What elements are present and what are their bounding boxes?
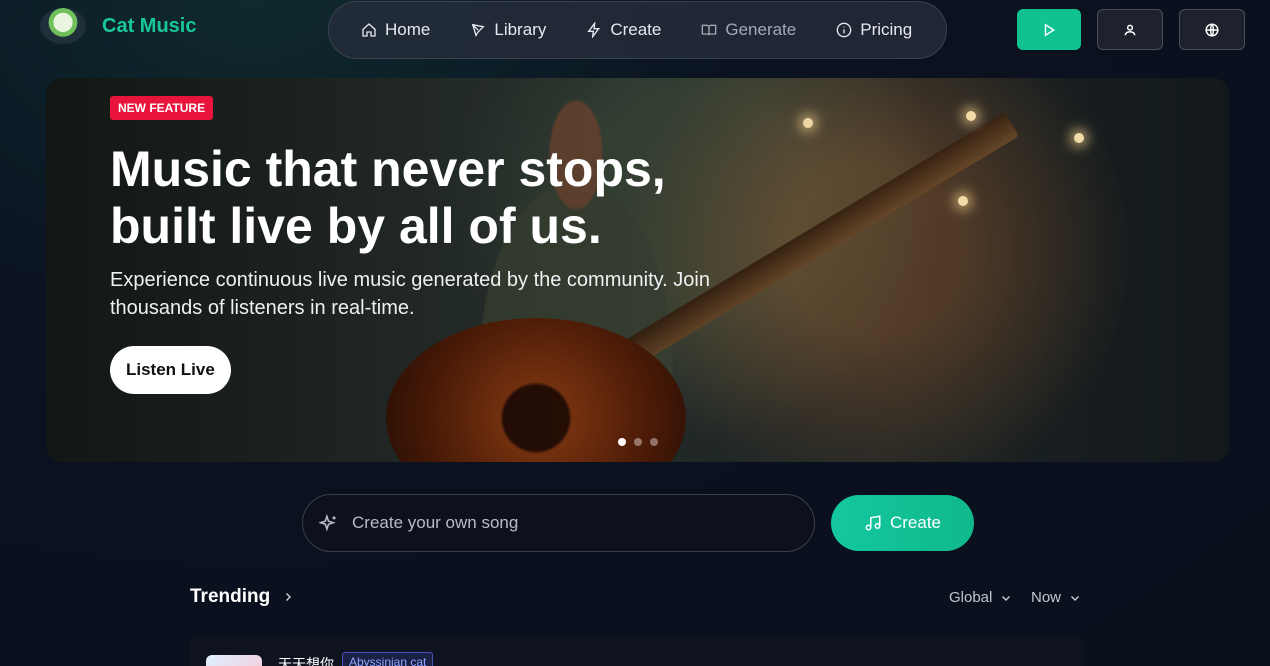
- listen-live-button[interactable]: Listen Live: [110, 346, 231, 394]
- library-icon: [472, 23, 486, 37]
- user-icon: [1124, 24, 1136, 35]
- main-nav: Home Library Create Generate Pricing: [328, 1, 947, 59]
- song-style-tag[interactable]: Abyssinian cat: [342, 652, 434, 666]
- hero-title-line2: built live by all of us.: [110, 198, 602, 254]
- lightning-icon: [587, 22, 601, 38]
- region-select[interactable]: Global: [949, 589, 1012, 606]
- home-icon: [362, 23, 376, 37]
- hero-subtitle: Experience continuous live music generat…: [110, 266, 790, 322]
- chevron-down-icon: [1002, 595, 1011, 601]
- trending-title: Trending: [190, 586, 271, 607]
- play-button[interactable]: [1017, 9, 1081, 50]
- carousel-dot-3[interactable]: [650, 438, 658, 446]
- hero-banner: NEW FEATURE Music that never stops, buil…: [46, 78, 1229, 462]
- sparkles-icon: [319, 513, 336, 532]
- trending-header[interactable]: Trending: [190, 586, 294, 608]
- nav-pricing[interactable]: Pricing: [836, 20, 912, 40]
- carousel-dot-2[interactable]: [634, 438, 642, 446]
- info-icon: [836, 22, 852, 38]
- create-song-field[interactable]: [302, 494, 815, 552]
- nav-library-label: Library: [494, 20, 547, 39]
- nav-pricing-label: Pricing: [860, 20, 913, 39]
- region-select-value: Global: [949, 589, 993, 606]
- chevron-down-icon: [1070, 595, 1080, 601]
- nav-home[interactable]: Home: [361, 20, 430, 40]
- music-note-icon: [865, 515, 881, 531]
- create-button-label: Create: [889, 513, 942, 532]
- play-icon: [1044, 22, 1056, 37]
- globe-icon: [1205, 22, 1219, 37]
- song-title[interactable]: 天天想你: [278, 654, 334, 666]
- book-icon: [702, 24, 717, 36]
- nav-create-label: Create: [610, 20, 662, 39]
- cat-logo-icon: [40, 8, 86, 44]
- period-select[interactable]: Now: [1031, 589, 1081, 606]
- app-name: Cat Music: [102, 14, 197, 37]
- period-select-value: Now: [1031, 589, 1062, 606]
- new-feature-badge: NEW FEATURE: [110, 96, 214, 120]
- nav-generate[interactable]: Generate: [701, 20, 796, 40]
- chevron-right-icon: [286, 592, 292, 602]
- hero-subtitle-line2: thousands of listeners in real-time.: [110, 297, 415, 319]
- app-logo[interactable]: Cat Music: [40, 8, 196, 44]
- carousel-dot-1[interactable]: [618, 438, 626, 446]
- song-cover-image: [206, 655, 262, 666]
- carousel-dots: [618, 438, 658, 446]
- hero-title-line1: Music that never stops,: [110, 141, 666, 197]
- create-button[interactable]: Create: [831, 495, 974, 551]
- nav-create[interactable]: Create: [586, 20, 661, 40]
- language-button[interactable]: [1179, 9, 1245, 50]
- trending-song-row[interactable]: 天天想你 Abyssinian cat: [190, 637, 1083, 666]
- nav-home-label: Home: [385, 20, 431, 39]
- hero-title: Music that never stops, built live by al…: [110, 141, 790, 255]
- hero-subtitle-line1: Experience continuous live music generat…: [110, 269, 710, 291]
- account-button[interactable]: [1097, 9, 1163, 50]
- nav-generate-label: Generate: [725, 20, 797, 39]
- create-song-input[interactable]: [352, 513, 772, 533]
- nav-library[interactable]: Library: [470, 20, 546, 40]
